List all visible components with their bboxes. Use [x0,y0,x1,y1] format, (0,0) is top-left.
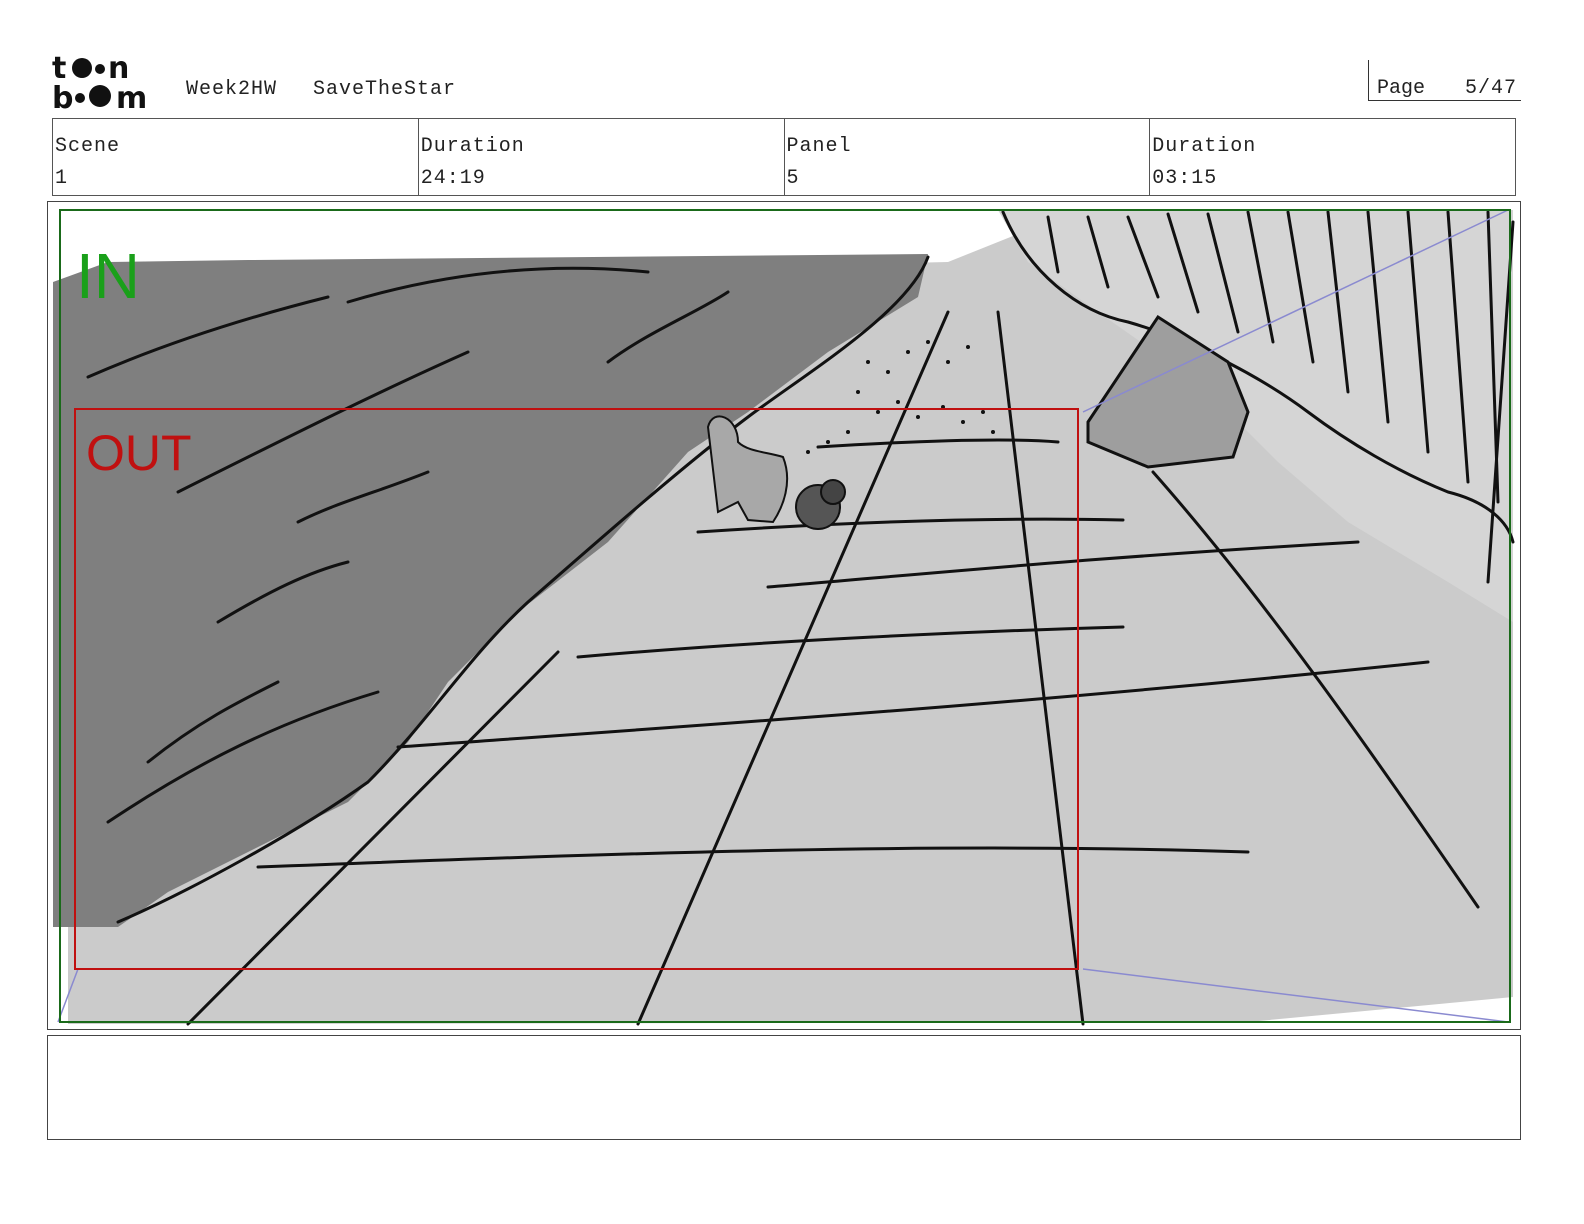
page-number: 5/47 [1464,77,1517,100]
panel-duration-value: 03:15 [1152,167,1218,190]
panel-drawing: IN OUT [53,209,1515,1026]
scene-duration-label: Duration [420,135,525,158]
page-indicator: Page 5/47 [1368,60,1521,101]
scene-cell: Scene 1 [53,119,418,195]
project-name: Week2HW [186,78,278,101]
page-label: Page [1377,77,1426,100]
svg-text:b: b [52,81,73,112]
scene-duration-value: 24:19 [420,167,486,190]
svg-text:m: m [116,81,147,112]
panel-label: Panel [786,135,852,158]
panel-cell: Panel 5 [783,119,1150,195]
scene-duration-cell: Duration 24:19 [417,119,784,195]
out-label: OUT [86,425,192,481]
scene-value: 1 [55,167,69,190]
panel-duration-cell: Duration 03:15 [1149,119,1515,195]
shot-info-table: Scene 1 Duration 24:19 Panel 5 Duration … [52,118,1516,196]
panel-duration-label: Duration [1152,135,1257,158]
sequence-name: SaveTheStar [313,78,457,101]
scene-label: Scene [55,135,121,158]
panel-value: 5 [786,167,800,190]
in-label: IN [76,240,140,312]
panel-notes-box[interactable] [47,1035,1521,1140]
storyboard-panel[interactable]: IN OUT [47,201,1521,1030]
toon-boom-logo: t n b m [52,51,147,112]
